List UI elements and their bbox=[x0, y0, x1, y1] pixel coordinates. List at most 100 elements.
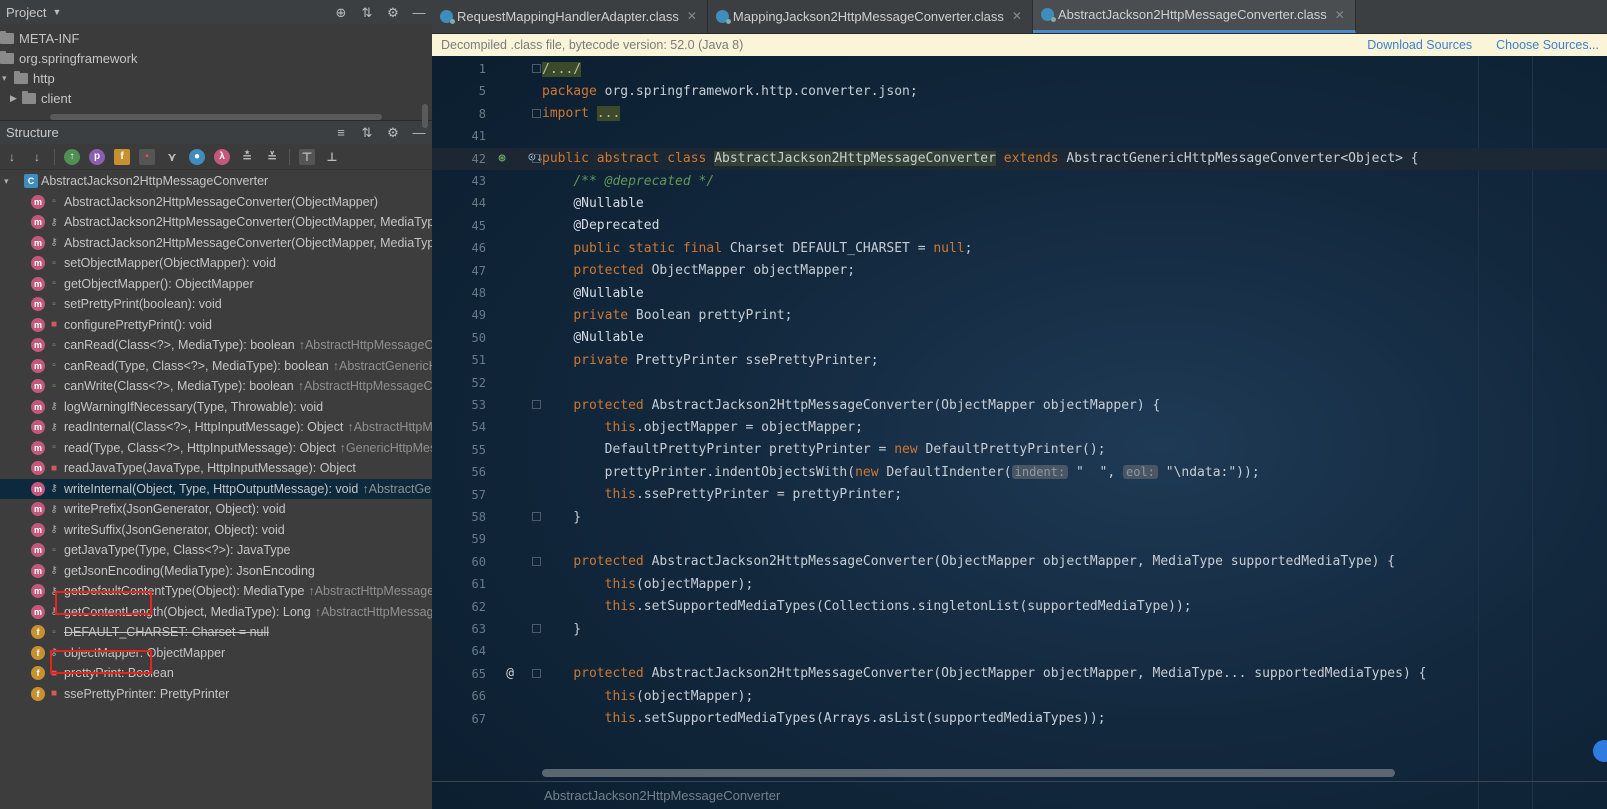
code-line[interactable]: 63 } bbox=[432, 618, 1607, 640]
gear-icon[interactable]: ⚙ bbox=[386, 126, 400, 140]
implemented-gutter-icon[interactable]: ⊛ bbox=[494, 151, 510, 167]
choose-sources-link[interactable]: Choose Sources... bbox=[1496, 38, 1599, 52]
fold-marker-icon[interactable] bbox=[532, 64, 541, 73]
show-fields-icon[interactable]: f bbox=[114, 148, 130, 165]
collapse-icon[interactable]: ≚ bbox=[264, 149, 280, 165]
code-line[interactable]: 61 this(objectMapper); bbox=[432, 573, 1607, 595]
sort-by-visibility-icon[interactable]: ↓ bbox=[4, 149, 20, 165]
code-line[interactable]: 51 private PrettyPrinter ssePrettyPrinte… bbox=[432, 349, 1607, 371]
expand-icon[interactable]: ≛ bbox=[239, 149, 255, 165]
autoscroll-from-source-icon[interactable]: ⊥ bbox=[324, 149, 340, 165]
sort-alphabetically-icon[interactable]: ↓ bbox=[29, 149, 45, 165]
structure-method-item[interactable]: m ⚷ writePrefix(JsonGenerator, Object): vo… bbox=[0, 499, 432, 520]
gear-icon[interactable]: ⚙ bbox=[386, 5, 400, 19]
code-line[interactable]: 5 package org.springframework.http.conver… bbox=[432, 80, 1607, 102]
editor-tab[interactable]: AbstractJackson2HttpMessageConverter.cla… bbox=[1032, 0, 1356, 33]
code-line[interactable]: 50 @Nullable bbox=[432, 327, 1607, 349]
code-line[interactable]: 56 prettyPrinter.indentObjectsWith(new D… bbox=[432, 461, 1607, 483]
show-lambdas-icon[interactable]: ● bbox=[189, 148, 205, 165]
show-anonymous-icon[interactable]: ⋎ bbox=[164, 149, 180, 165]
structure-method-item[interactable]: m ⚷ readInternal(Class<?>, HttpInputMessag… bbox=[0, 417, 432, 438]
code-line[interactable]: 44 @Nullable bbox=[432, 192, 1607, 214]
structure-method-item[interactable]: m ▫ getJavaType(Type, Class<?>): JavaType bbox=[0, 540, 432, 561]
code-line[interactable]: 52 bbox=[432, 372, 1607, 394]
show-inherited-icon[interactable]: ↑ bbox=[64, 148, 80, 165]
fold-marker-icon[interactable] bbox=[532, 556, 541, 566]
code-line[interactable]: 47 protected ObjectMapper objectMapper; bbox=[432, 260, 1607, 282]
close-icon[interactable]: ✕ bbox=[1335, 8, 1345, 22]
structure-method-item[interactable]: m ⚷ AbstractJackson2HttpMessageConverter(O… bbox=[0, 212, 432, 233]
project-tree-item[interactable]: META-INF bbox=[0, 28, 432, 48]
chevron-down-icon[interactable]: ▾ bbox=[2, 73, 14, 84]
code-line[interactable]: 48 @Nullable bbox=[432, 282, 1607, 304]
code-line[interactable]: 45 @Deprecated bbox=[432, 215, 1607, 237]
structure-field-item[interactable]: f ⚷ objectMapper: ObjectMapper bbox=[0, 643, 432, 664]
code-line[interactable]: 1 /.../ bbox=[432, 58, 1607, 80]
structure-method-item[interactable]: m ⚷ writeSuffix(JsonGenerator, Object): vo… bbox=[0, 520, 432, 541]
structure-method-item[interactable]: m ⚷ getContentLength(Object, MediaType): L… bbox=[0, 602, 432, 623]
code-line[interactable]: 64 bbox=[432, 640, 1607, 662]
structure-method-item[interactable]: m ▫ setObjectMapper(ObjectMapper): void bbox=[0, 253, 432, 274]
editor-tab[interactable]: MappingJackson2HttpMessageConverter.clas… bbox=[708, 0, 1033, 33]
structure-method-item[interactable]: m ▫ AbstractJackson2HttpMessageConverter(O… bbox=[0, 192, 432, 213]
code-line[interactable]: 46 public static final Charset DEFAULT_C… bbox=[432, 237, 1607, 259]
project-tree-item[interactable]: ▾ http bbox=[0, 68, 432, 88]
editor-horizontal-scrollbar[interactable] bbox=[542, 769, 1395, 777]
structure-field-item[interactable]: f ■ ssePrettyPrinter: PrettyPrinter bbox=[0, 684, 432, 705]
collapse-all-icon[interactable]: ⇅ bbox=[360, 126, 374, 140]
expand-all-icon[interactable]: ≡ bbox=[334, 126, 348, 140]
structure-method-item[interactable]: m ▫ getObjectMapper(): ObjectMapper bbox=[0, 274, 432, 295]
code-line[interactable]: 57 this.ssePrettyPrinter = prettyPrinter… bbox=[432, 484, 1607, 506]
fold-marker-icon[interactable] bbox=[532, 400, 541, 409]
fold-marker-icon[interactable] bbox=[532, 624, 541, 633]
structure-method-item[interactable]: m ▫ read(Type, Class<?>, HttpInputMessage)… bbox=[0, 438, 432, 459]
autoscroll-to-source-icon[interactable]: ⊤ bbox=[299, 148, 315, 165]
structure-method-item[interactable]: m ■ readJavaType(JavaType, HttpInputMessag… bbox=[0, 458, 432, 479]
show-non-public-icon[interactable]: ▪ bbox=[139, 148, 155, 165]
code-line[interactable]: 54 this.objectMapper = objectMapper; bbox=[432, 416, 1607, 438]
structure-method-item[interactable]: m ▫ canWrite(Class<?>, MediaType): boolean… bbox=[0, 376, 432, 397]
fold-marker-icon[interactable] bbox=[532, 668, 541, 678]
code-line[interactable]: 49 private Boolean prettyPrint; bbox=[432, 304, 1607, 326]
project-pane-title[interactable]: Project bbox=[6, 5, 46, 20]
project-vertical-scrollbar[interactable] bbox=[422, 104, 428, 128]
code-editor[interactable]: 1 /.../ 5 package org.springframework.http.… bbox=[432, 56, 1607, 809]
code-line[interactable]: 65 @ protected AbstractJackson2HttpMessag… bbox=[432, 663, 1607, 685]
locate-icon[interactable]: ⊕ bbox=[334, 5, 348, 19]
breadcrumb[interactable]: AbstractJackson2HttpMessageConverter bbox=[544, 788, 780, 803]
code-line[interactable]: 60 protected AbstractJackson2HttpMessage… bbox=[432, 551, 1607, 573]
code-line[interactable]: 53 protected AbstractJackson2HttpMessage… bbox=[432, 394, 1607, 416]
structure-method-item[interactable]: m ⚷ logWarningIfNecessary(Type, Throwable)… bbox=[0, 397, 432, 418]
download-sources-link[interactable]: Download Sources bbox=[1367, 38, 1472, 52]
project-horizontal-scrollbar[interactable] bbox=[50, 114, 382, 120]
structure-method-item[interactable]: m ⚷ AbstractJackson2HttpMessageConverter(O… bbox=[0, 233, 432, 254]
structure-root[interactable]: ▾ C AbstractJackson2HttpMessageConverter bbox=[0, 171, 432, 192]
code-line[interactable]: 43 /** @deprecated */ bbox=[432, 170, 1607, 192]
code-line[interactable]: 62 this.setSupportedMediaTypes(Collectio… bbox=[432, 596, 1607, 618]
close-icon[interactable]: ✕ bbox=[1012, 9, 1022, 23]
code-line[interactable]: 8 import ... bbox=[432, 103, 1607, 125]
structure-method-item[interactable]: m ■ configurePrettyPrint(): void bbox=[0, 315, 432, 336]
chevron-right-icon[interactable]: ▶ bbox=[10, 93, 22, 104]
code-line[interactable]: 58 } bbox=[432, 506, 1607, 528]
structure-method-item[interactable]: m ▫ canRead(Class<?>, MediaType): boolean ↑… bbox=[0, 335, 432, 356]
project-tree-item[interactable]: org.springframework bbox=[0, 48, 432, 68]
structure-method-item[interactable]: m ⚷ getDefaultContentType(Object): MediaTy… bbox=[0, 581, 432, 602]
fold-marker-icon[interactable] bbox=[532, 108, 541, 118]
structure-method-item[interactable]: m ▫ canRead(Type, Class<?>, MediaType): bo… bbox=[0, 356, 432, 377]
structure-field-item[interactable]: f ▫ DEFAULT_CHARSET: Charset = null bbox=[0, 622, 432, 643]
close-icon[interactable]: ✕ bbox=[687, 9, 697, 23]
code-line[interactable]: 41 bbox=[432, 125, 1607, 147]
code-line[interactable]: 66 this(objectMapper); bbox=[432, 685, 1607, 707]
structure-method-item[interactable]: m ⚷ getJsonEncoding(MediaType): JsonEncodi… bbox=[0, 561, 432, 582]
code-line[interactable]: 67 this.setSupportedMediaTypes(Arrays.as… bbox=[432, 708, 1607, 730]
minimize-icon[interactable]: — bbox=[412, 5, 426, 19]
fold-marker-icon[interactable] bbox=[532, 512, 541, 521]
structure-method-item[interactable]: m ⚷ writeInternal(Object, Type, HttpOutput… bbox=[0, 478, 432, 499]
show-properties-icon[interactable]: p bbox=[89, 148, 105, 165]
annotation-gutter-icon[interactable]: @ bbox=[502, 666, 518, 682]
fold-marker-icon[interactable] bbox=[532, 153, 541, 163]
project-tree-item[interactable]: ▶ client bbox=[0, 88, 432, 108]
editor-tab[interactable]: RequestMappingHandlerAdapter.class ✕ bbox=[432, 0, 708, 33]
show-lambda-icon[interactable]: λ bbox=[214, 148, 230, 165]
